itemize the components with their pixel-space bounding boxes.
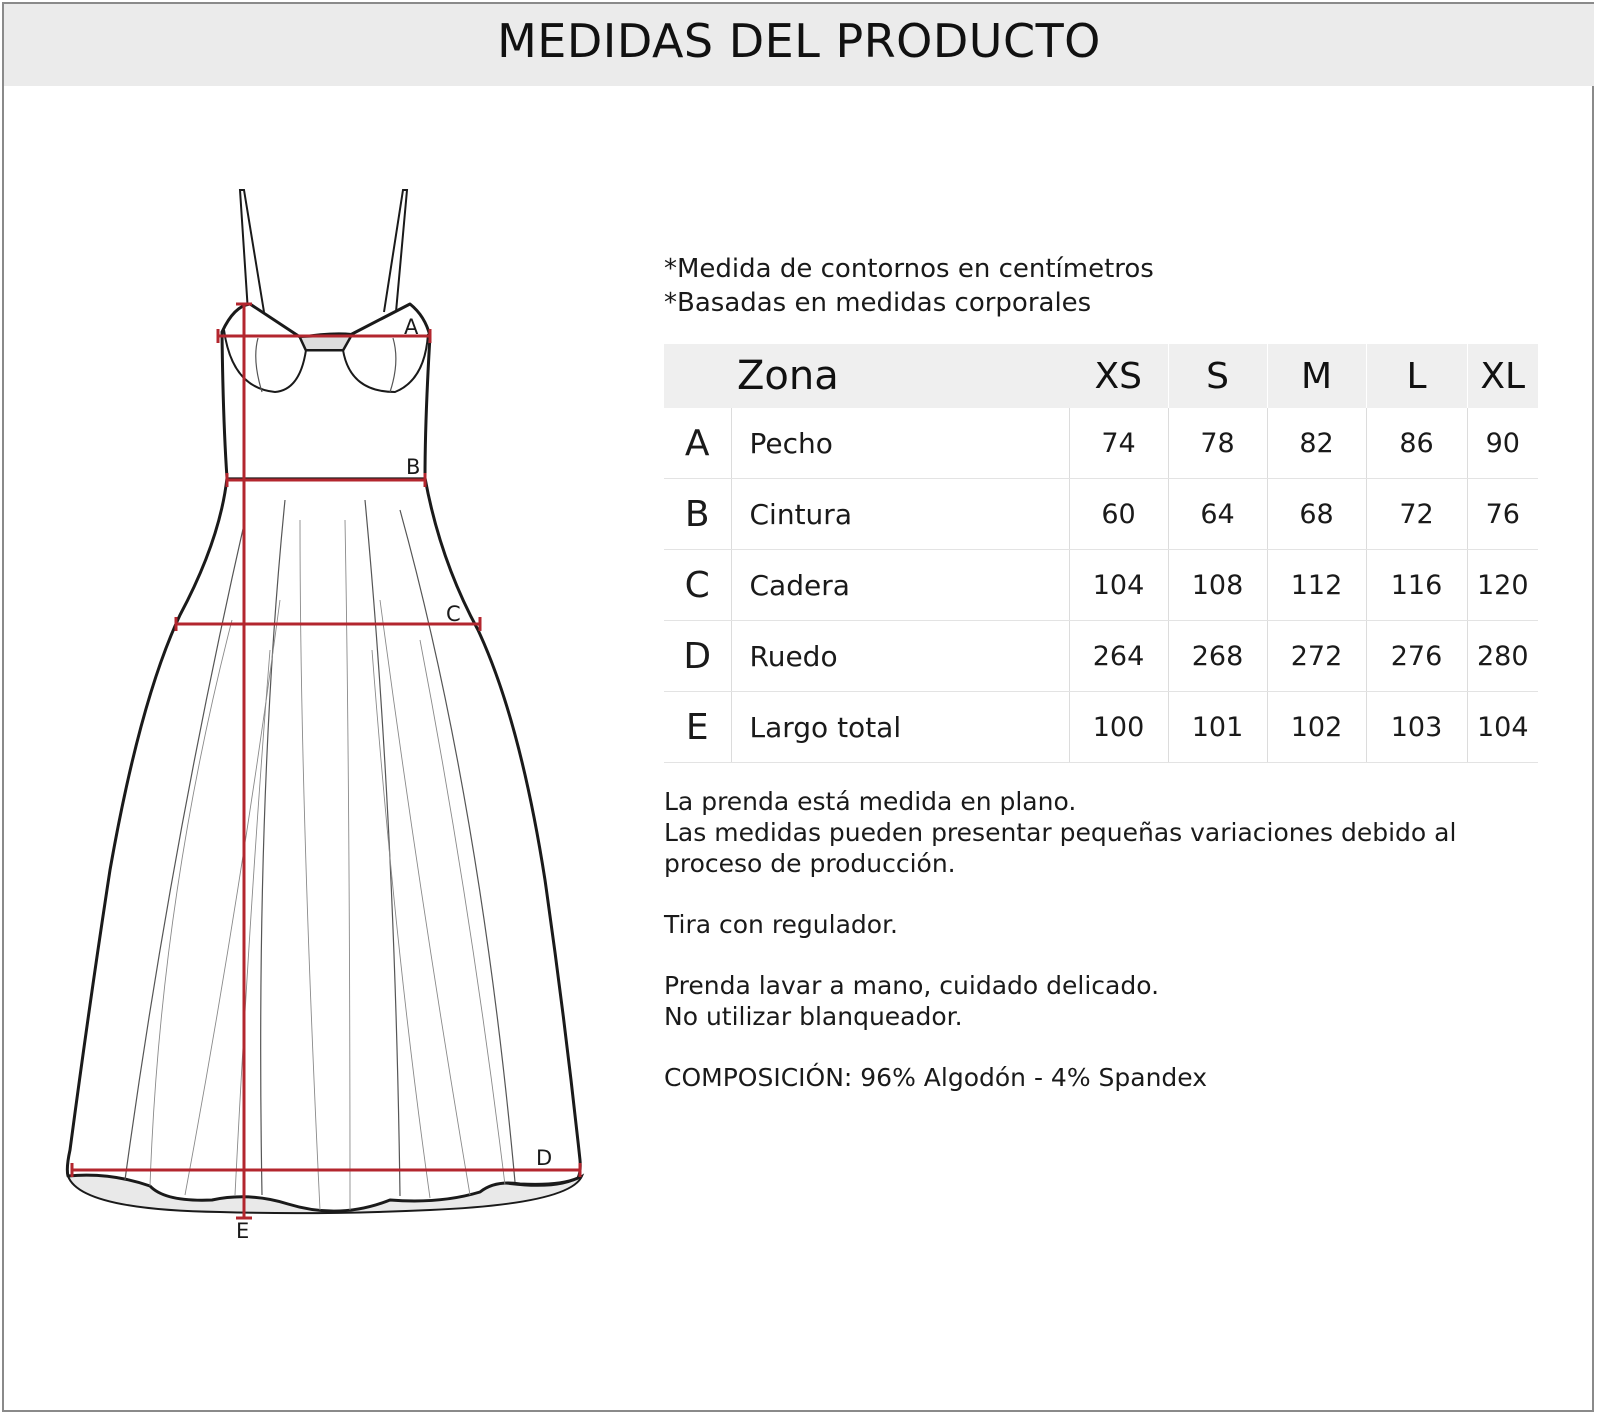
cell-value: 276 — [1366, 620, 1468, 692]
header-size-l: L — [1366, 344, 1468, 408]
row-letter: E — [664, 691, 732, 763]
cell-value: 82 — [1267, 408, 1367, 479]
label-b: B — [406, 455, 420, 479]
info-line: Tira con regulador. — [664, 910, 899, 939]
size-table: Zona XS S M L XL A Pecho 74 78 82 86 90 … — [664, 344, 1538, 763]
info-line: Prenda lavar a mano, cuidado delicado. — [664, 971, 1160, 1000]
cell-value: 74 — [1069, 408, 1169, 479]
cell-value: 112 — [1267, 549, 1367, 621]
dress-outline — [65, 302, 582, 1213]
row-zone: Cintura — [731, 478, 1070, 550]
header-letter — [664, 344, 731, 408]
info-line: La prenda está medida en plano. — [664, 787, 1077, 816]
table-row: B Cintura 60 64 68 72 76 — [664, 478, 1538, 550]
header-size-xs: XS — [1069, 344, 1169, 408]
info-line: No utilizar blanqueador. — [664, 1002, 963, 1031]
note-line: *Basadas en medidas corporales — [664, 288, 1092, 318]
label-c: C — [446, 602, 461, 626]
info-line: Las medidas pueden presentar pequeñas va… — [664, 818, 1457, 847]
cell-value: 90 — [1467, 408, 1538, 479]
cell-value: 76 — [1467, 478, 1538, 550]
cell-value: 86 — [1366, 408, 1468, 479]
cell-value: 100 — [1069, 691, 1169, 763]
strap-right — [383, 189, 409, 313]
cell-value: 120 — [1467, 549, 1538, 621]
cell-value: 102 — [1267, 691, 1367, 763]
cell-value: 116 — [1366, 549, 1468, 621]
table-header-row: Zona XS S M L XL — [664, 344, 1538, 408]
row-zone: Pecho — [731, 408, 1070, 479]
cell-value: 68 — [1267, 478, 1367, 550]
cell-value: 103 — [1366, 691, 1468, 763]
note-line: *Medida de contornos en centímetros — [664, 254, 1154, 284]
row-letter: D — [664, 620, 732, 692]
row-letter: A — [664, 408, 732, 479]
row-letter: C — [664, 549, 732, 621]
cell-value: 264 — [1069, 620, 1169, 692]
cell-value: 104 — [1069, 549, 1169, 621]
table-row: E Largo total 100 101 102 103 104 — [664, 691, 1538, 763]
row-letter: B — [664, 478, 732, 550]
product-info: La prenda está medida en plano. Las medi… — [664, 786, 1456, 1123]
cell-value: 272 — [1267, 620, 1367, 692]
cell-value: 64 — [1168, 478, 1268, 550]
cell-value: 78 — [1168, 408, 1268, 479]
info-measure: La prenda está medida en plano. Las medi… — [664, 786, 1456, 879]
header-size-m: M — [1267, 344, 1367, 408]
info-composition: COMPOSICIÓN: 96% Algodón - 4% Spandex — [664, 1062, 1456, 1093]
info-line: proceso de producción. — [664, 849, 956, 878]
row-zone: Cadera — [731, 549, 1070, 621]
dress-diagram: A B C D E — [65, 189, 585, 1243]
label-d: D — [536, 1146, 552, 1170]
header-zona: Zona — [731, 344, 1069, 408]
table-row: D Ruedo 264 268 272 276 280 — [664, 620, 1538, 692]
cell-value: 104 — [1467, 691, 1538, 763]
row-zone: Largo total — [731, 691, 1070, 763]
label-e: E — [236, 1219, 249, 1243]
cell-value: 280 — [1467, 620, 1538, 692]
table-row: A Pecho 74 78 82 86 90 — [664, 408, 1538, 479]
cell-value: 101 — [1168, 691, 1268, 763]
strap-left — [238, 189, 265, 313]
info-line: COMPOSICIÓN: 96% Algodón - 4% Spandex — [664, 1063, 1208, 1092]
cell-value: 108 — [1168, 549, 1268, 621]
info-strap: Tira con regulador. — [664, 909, 1456, 940]
header-size-s: S — [1168, 344, 1268, 408]
cell-value: 60 — [1069, 478, 1169, 550]
table-row: C Cadera 104 108 112 116 120 — [664, 549, 1538, 621]
label-a: A — [404, 315, 419, 339]
cell-value: 72 — [1366, 478, 1468, 550]
row-zone: Ruedo — [731, 620, 1070, 692]
cell-value: 268 — [1168, 620, 1268, 692]
measurement-notes: *Medida de contornos en centímetros *Bas… — [664, 252, 1154, 320]
info-care: Prenda lavar a mano, cuidado delicado. N… — [664, 970, 1456, 1032]
header-size-xl: XL — [1467, 344, 1538, 408]
